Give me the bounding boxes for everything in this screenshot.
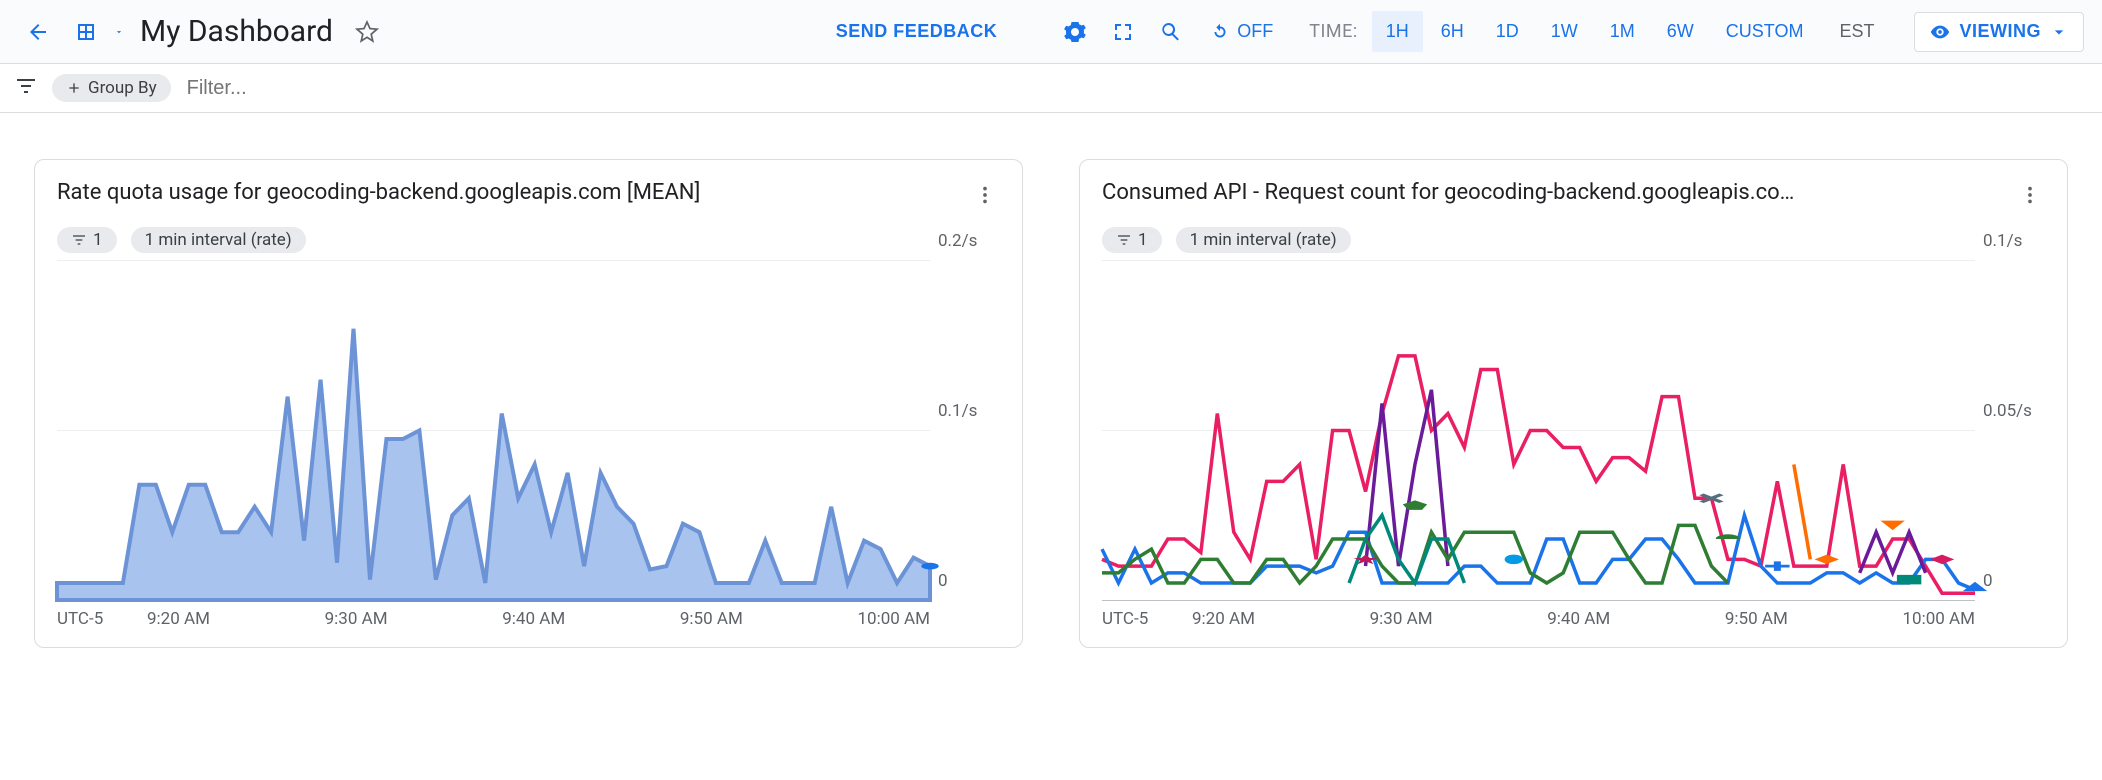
chart-title: Consumed API - Request count for geocodi… [1102, 180, 2003, 205]
interval-chip-label: 1 min interval (rate) [1190, 230, 1337, 250]
search-button[interactable] [1151, 12, 1191, 52]
y-tick: 0.05/s [1983, 401, 2032, 421]
x-axis: UTC-5 9:20 AM 9:30 AM 9:40 AM 9:50 AM 10:00 … [57, 601, 1000, 629]
filter-icon [71, 232, 87, 248]
more-vert-icon [974, 184, 996, 206]
x-tick: 10:00 AM [1903, 609, 1975, 629]
card-menu-button[interactable] [2015, 180, 2045, 213]
x-tick: 9:40 AM [502, 609, 565, 629]
refresh-icon [1209, 21, 1231, 43]
view-mode-button[interactable]: VIEWING [1914, 12, 2084, 52]
x-tick: 9:20 AM [1192, 609, 1255, 629]
auto-refresh-toggle[interactable]: OFF [1199, 21, 1283, 43]
fullscreen-button[interactable] [1103, 12, 1143, 52]
group-by-chip-label: Group By [88, 78, 157, 98]
search-icon [1159, 20, 1183, 44]
timezone-label: UTC-5 [57, 609, 147, 629]
timezone-label: UTC-5 [1102, 609, 1192, 629]
caret-down-icon [2049, 22, 2069, 42]
x-tick: 9:50 AM [1725, 609, 1788, 629]
dashboard-picker-dropdown[interactable] [108, 12, 130, 52]
gear-icon [1063, 20, 1087, 44]
filter-input[interactable] [185, 76, 2088, 101]
chart-card-requests: Consumed API - Request count for geocodi… [1079, 159, 2068, 648]
caret-down-icon [114, 20, 124, 44]
filter-count-chip[interactable]: 1 [57, 227, 117, 253]
time-range-6w[interactable]: 6W [1653, 11, 1708, 52]
y-tick: 0.1/s [938, 401, 977, 421]
interval-chip-label: 1 min interval (rate) [145, 230, 292, 250]
time-range-label: TIME: [1309, 21, 1357, 42]
chart-area: 00.1/s0.2/s [57, 261, 1000, 601]
settings-button[interactable] [1055, 12, 1095, 52]
y-tick: 0.1/s [1983, 231, 2022, 251]
time-range-1m[interactable]: 1M [1596, 11, 1649, 52]
timezone-button[interactable]: EST [1825, 11, 1888, 52]
x-axis: UTC-5 9:20 AM 9:30 AM 9:40 AM 9:50 AM 10:00 … [1102, 601, 2045, 629]
x-tick: 9:30 AM [325, 609, 388, 629]
time-range-1d[interactable]: 1D [1482, 11, 1533, 52]
time-range-1h[interactable]: 1H [1372, 11, 1423, 52]
toolbar: My Dashboard SEND FEEDBACK OFF TIME: 1H6… [0, 0, 2102, 64]
arrow-left-icon [26, 20, 50, 44]
star-outline-icon [355, 20, 379, 44]
chart-card-quota: Rate quota usage for geocoding-backend.g… [34, 159, 1023, 648]
filter-list-icon [14, 74, 38, 102]
x-tick: 9:40 AM [1547, 609, 1610, 629]
time-range-custom[interactable]: CUSTOM [1712, 11, 1818, 52]
filter-icon [1116, 232, 1132, 248]
back-button[interactable] [18, 12, 58, 52]
time-range-group: 1H6H1D1W1M6WCUSTOM [1372, 11, 1818, 52]
dashboard-layout-button[interactable] [66, 12, 106, 52]
page-title: My Dashboard [140, 14, 333, 49]
filter-count-label: 1 [93, 230, 103, 250]
auto-refresh-label: OFF [1237, 21, 1273, 42]
card-menu-button[interactable] [970, 180, 1000, 213]
x-tick: 9:20 AM [147, 609, 210, 629]
chart-title: Rate quota usage for geocoding-backend.g… [57, 180, 958, 205]
x-axis-ticks: 9:20 AM 9:30 AM 9:40 AM 9:50 AM 10:00 AM [1192, 609, 2045, 629]
interval-chip[interactable]: 1 min interval (rate) [131, 227, 306, 253]
x-tick: 9:30 AM [1370, 609, 1433, 629]
chart-plot[interactable] [57, 261, 930, 601]
filter-row: Group By [0, 64, 2102, 113]
y-axis-labels: 00.1/s0.2/s [930, 261, 1000, 601]
interval-chip[interactable]: 1 min interval (rate) [1176, 227, 1351, 253]
favorite-button[interactable] [347, 12, 387, 52]
eye-icon [1929, 21, 1951, 43]
grid-icon [74, 20, 98, 44]
filter-count-chip[interactable]: 1 [1102, 227, 1162, 253]
more-vert-icon [2019, 184, 2041, 206]
y-tick: 0 [1983, 571, 1993, 591]
send-feedback-button[interactable]: SEND FEEDBACK [818, 21, 1016, 42]
x-tick: 9:50 AM [680, 609, 743, 629]
plus-icon [66, 80, 82, 96]
time-range-1w[interactable]: 1W [1537, 11, 1592, 52]
group-by-chip[interactable]: Group By [52, 74, 171, 102]
view-mode-label: VIEWING [1959, 21, 2041, 42]
filter-count-label: 1 [1138, 230, 1148, 250]
time-range-6h[interactable]: 6H [1427, 11, 1478, 52]
chart-plot[interactable] [1102, 261, 1975, 601]
cards-area: Rate quota usage for geocoding-backend.g… [0, 113, 2102, 694]
y-tick: 0 [938, 571, 948, 591]
y-tick: 0.2/s [938, 231, 977, 251]
x-axis-ticks: 9:20 AM 9:30 AM 9:40 AM 9:50 AM 10:00 AM [147, 609, 1000, 629]
y-axis-labels: 00.05/s0.1/s [1975, 261, 2045, 601]
fullscreen-icon [1111, 20, 1135, 44]
chart-area: 00.05/s0.1/s [1102, 261, 2045, 601]
x-tick: 10:00 AM [858, 609, 930, 629]
